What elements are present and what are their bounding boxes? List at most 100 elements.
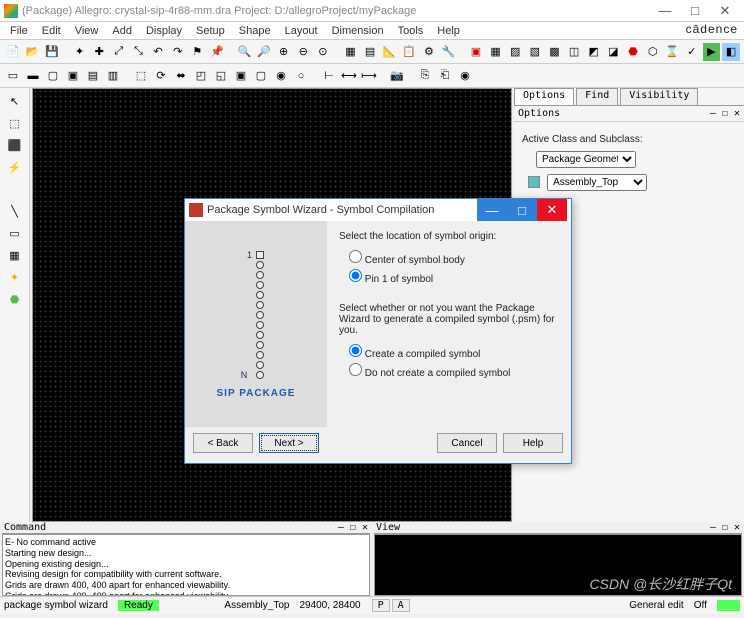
- dimension-icon[interactable]: ⟷: [340, 67, 358, 85]
- drc-icon[interactable]: ▣: [467, 43, 485, 61]
- status-p-button[interactable]: P: [372, 599, 390, 612]
- tool-icon[interactable]: ▶: [703, 43, 721, 61]
- menu-layout[interactable]: Layout: [279, 25, 324, 37]
- tool-icon[interactable]: ⬣: [6, 290, 24, 308]
- tool-icon[interactable]: ⚙: [420, 43, 438, 61]
- menu-setup[interactable]: Setup: [190, 25, 231, 37]
- view-box[interactable]: [374, 534, 742, 596]
- tool-icon[interactable]: ◪: [605, 43, 623, 61]
- export-icon[interactable]: ⎘: [416, 67, 434, 85]
- tool-icon[interactable]: ○: [292, 67, 310, 85]
- pin-icon[interactable]: 📌: [208, 43, 226, 61]
- dialog-close-button[interactable]: ✕: [537, 199, 567, 221]
- line-icon[interactable]: ╲: [6, 202, 24, 220]
- tab-visibility[interactable]: Visibility: [620, 88, 698, 105]
- maximize-button[interactable]: □: [680, 3, 710, 18]
- tool-icon[interactable]: ✓: [683, 43, 701, 61]
- tool-icon[interactable]: ✦: [6, 268, 24, 286]
- shape-icon[interactable]: ▥: [104, 67, 122, 85]
- dimension-icon[interactable]: ⊢: [320, 67, 338, 85]
- view-controls[interactable]: — ☐ ✕: [710, 522, 740, 533]
- zoom-icon[interactable]: ⊖: [294, 43, 312, 61]
- menu-view[interactable]: View: [69, 25, 105, 37]
- menu-shape[interactable]: Shape: [233, 25, 277, 37]
- tool-icon[interactable]: ✦: [71, 43, 89, 61]
- zoom-in-icon[interactable]: ⤢: [110, 43, 128, 61]
- layer-icon[interactable]: ▤: [361, 43, 379, 61]
- tool-icon[interactable]: ✚: [90, 43, 108, 61]
- open-icon[interactable]: 📂: [24, 43, 42, 61]
- tool-icon[interactable]: ▦: [487, 43, 505, 61]
- help-button[interactable]: Help: [503, 433, 563, 453]
- shape-icon[interactable]: ▬: [24, 67, 42, 85]
- subclass-select[interactable]: Assembly_Top: [547, 174, 647, 191]
- menu-help[interactable]: Help: [431, 25, 466, 37]
- radio-no-compiled[interactable]: Do not create a compiled symbol: [349, 363, 559, 379]
- class-select[interactable]: Package Geometry: [536, 151, 636, 168]
- tool-icon[interactable]: ▦: [6, 246, 24, 264]
- command-log[interactable]: E- No command active Starting new design…: [2, 534, 370, 596]
- tool-icon[interactable]: ⬣: [624, 43, 642, 61]
- menu-tools[interactable]: Tools: [392, 25, 430, 37]
- subclass-color-swatch[interactable]: [528, 176, 540, 188]
- status-a-button[interactable]: A: [392, 599, 410, 612]
- tool-icon[interactable]: ▩: [546, 43, 564, 61]
- tool-icon[interactable]: ⬡: [644, 43, 662, 61]
- dialog-maximize-button[interactable]: □: [507, 199, 537, 221]
- command-controls[interactable]: — ☐ ✕: [338, 522, 368, 533]
- grid-icon[interactable]: ▦: [342, 43, 360, 61]
- dimension-icon[interactable]: ⟼: [360, 67, 378, 85]
- menu-edit[interactable]: Edit: [36, 25, 67, 37]
- minimize-button[interactable]: —: [650, 3, 680, 18]
- measure-icon[interactable]: 📐: [381, 43, 399, 61]
- flag-icon[interactable]: ⚑: [188, 43, 206, 61]
- redo-icon[interactable]: ↷: [169, 43, 187, 61]
- radio-create-compiled[interactable]: Create a compiled symbol: [349, 344, 559, 360]
- menu-display[interactable]: Display: [140, 25, 188, 37]
- tool-icon[interactable]: ◩: [585, 43, 603, 61]
- shape-icon[interactable]: ▭: [4, 67, 22, 85]
- next-button[interactable]: Next >: [259, 433, 319, 453]
- tool-icon[interactable]: ⚡: [6, 158, 24, 176]
- zoom-icon[interactable]: ⊙: [314, 43, 332, 61]
- dialog-minimize-button[interactable]: —: [477, 199, 507, 221]
- import-icon[interactable]: ⎗: [436, 67, 454, 85]
- tool-icon[interactable]: ◉: [456, 67, 474, 85]
- menu-dimension[interactable]: Dimension: [326, 25, 390, 37]
- select-icon[interactable]: ↖: [6, 92, 24, 110]
- tool-icon[interactable]: ⬛: [6, 136, 24, 154]
- zoom-icon[interactable]: 🔎: [255, 43, 273, 61]
- rect-icon[interactable]: ▭: [6, 224, 24, 242]
- shape-icon[interactable]: ▢: [44, 67, 62, 85]
- place-icon[interactable]: ⬚: [132, 67, 150, 85]
- tab-options[interactable]: Options: [514, 88, 574, 105]
- zoom-fit-icon[interactable]: 🔍: [236, 43, 254, 61]
- shape-icon[interactable]: ▣: [64, 67, 82, 85]
- radio-pin1[interactable]: Pin 1 of symbol: [349, 269, 559, 285]
- tool-icon[interactable]: ◧: [722, 43, 740, 61]
- menu-add[interactable]: Add: [106, 25, 138, 37]
- cancel-button[interactable]: Cancel: [437, 433, 497, 453]
- zoom-icon[interactable]: ⊕: [275, 43, 293, 61]
- tool-icon[interactable]: ▢: [252, 67, 270, 85]
- tool-icon[interactable]: ◉: [272, 67, 290, 85]
- shape-icon[interactable]: ▤: [84, 67, 102, 85]
- undo-icon[interactable]: ↶: [149, 43, 167, 61]
- tool-icon[interactable]: ▧: [526, 43, 544, 61]
- panel-controls[interactable]: — ☐ ✕: [710, 108, 740, 119]
- move-icon[interactable]: ⬌: [172, 67, 190, 85]
- tool-icon[interactable]: ▣: [232, 67, 250, 85]
- tool-icon[interactable]: ⬚: [6, 114, 24, 132]
- new-icon[interactable]: 📄: [4, 43, 22, 61]
- report-icon[interactable]: 📋: [400, 43, 418, 61]
- radio-center-body[interactable]: Center of symbol body: [349, 250, 559, 266]
- tool-icon[interactable]: ◫: [565, 43, 583, 61]
- tool-icon[interactable]: 🔧: [440, 43, 458, 61]
- save-icon[interactable]: 💾: [43, 43, 61, 61]
- camera-icon[interactable]: 📷: [388, 67, 406, 85]
- zoom-out-icon[interactable]: ⤡: [130, 43, 148, 61]
- tab-find[interactable]: Find: [576, 88, 618, 105]
- back-button[interactable]: < Back: [193, 433, 253, 453]
- close-button[interactable]: ✕: [710, 3, 740, 19]
- rotate-icon[interactable]: ⟳: [152, 67, 170, 85]
